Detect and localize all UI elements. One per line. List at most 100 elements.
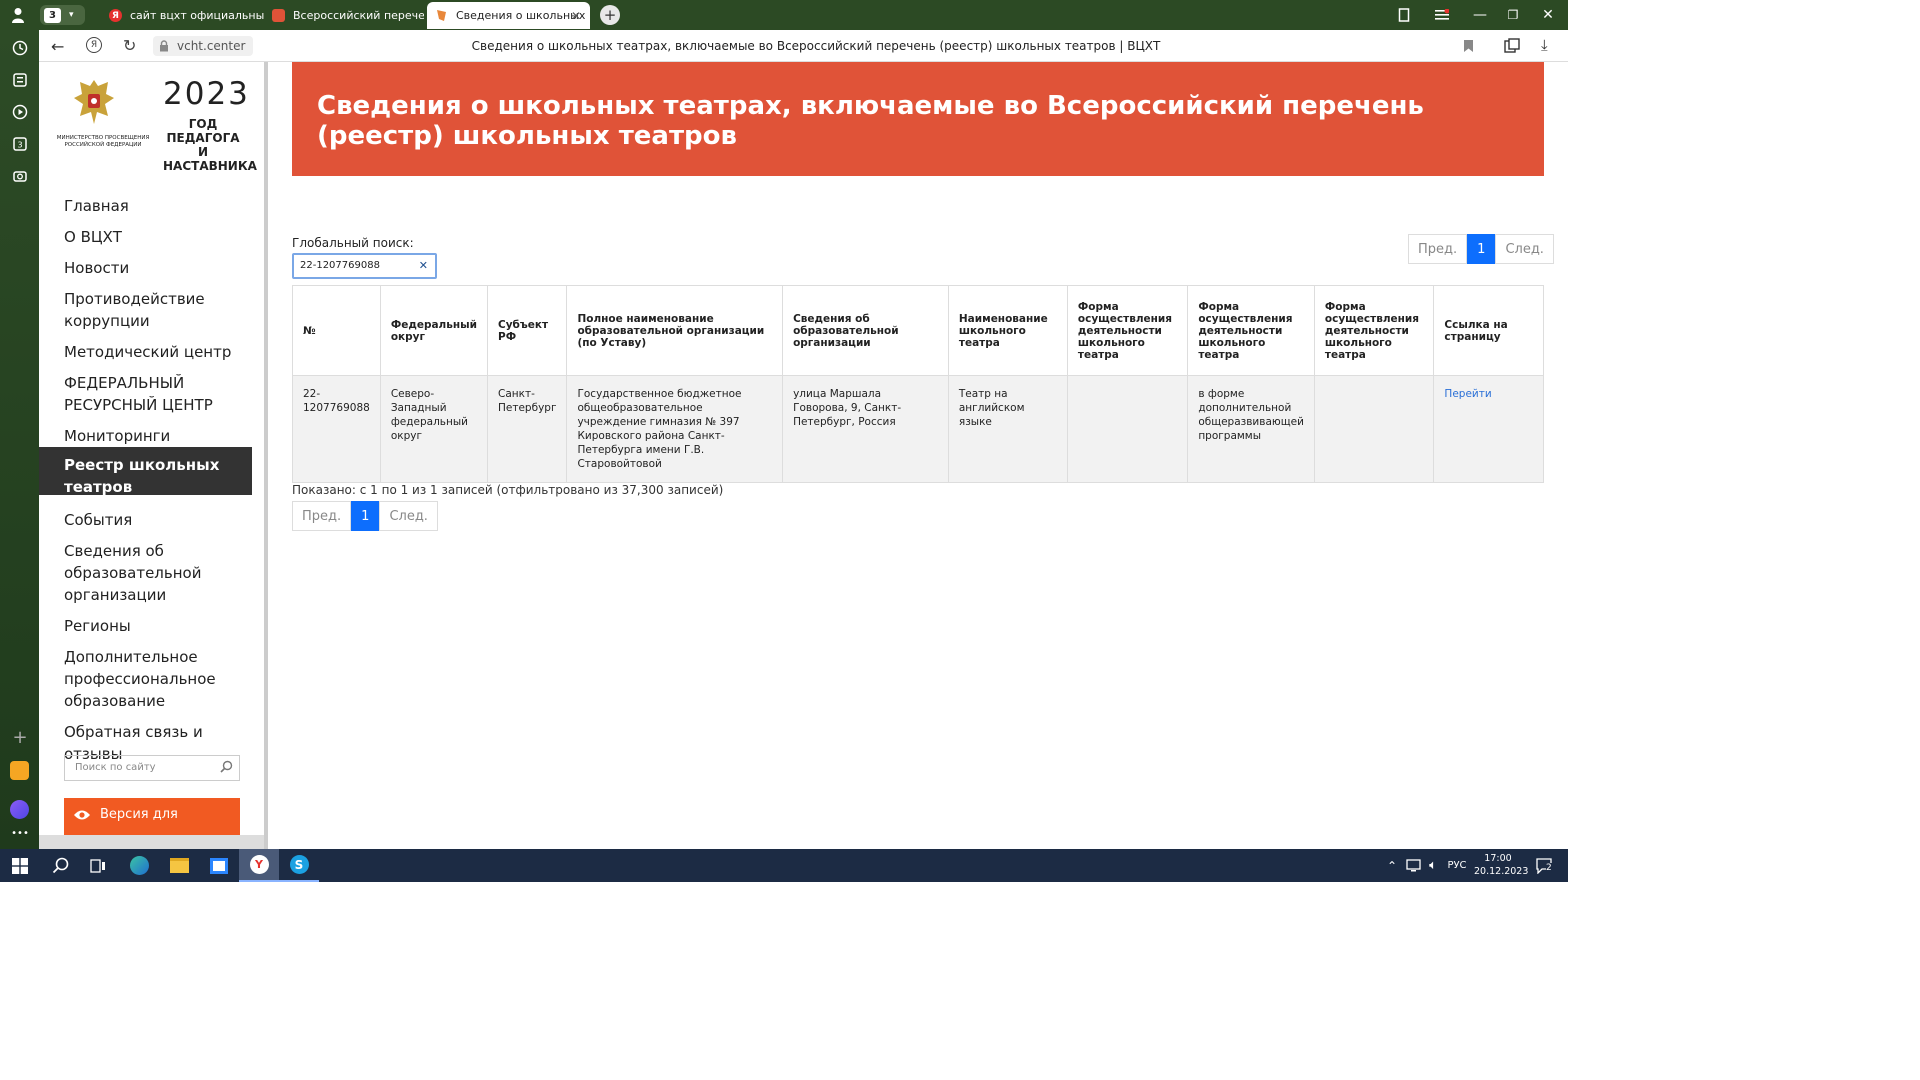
yandex-home-icon[interactable]: Я [86, 37, 102, 53]
volume-icon[interactable]: 🔈︎ [1422, 849, 1444, 882]
yandex-favicon-icon: Я [109, 9, 122, 22]
theatre-registry-table: № Федеральный округ Субъект РФ Полное на… [292, 285, 1544, 483]
sidebar-item-federal-resource-center[interactable]: ФЕДЕРАЛЬНЫЙ РЕСУРСНЫЙ ЦЕНТР [39, 365, 252, 423]
task-view-icon[interactable] [78, 849, 118, 882]
prev-page-button[interactable]: Пред. [292, 501, 352, 531]
cell-activity-form-3 [1313, 375, 1435, 483]
page-1-button[interactable]: 1 [1467, 234, 1496, 264]
page-title-banner: Сведения о школьных театрах, включаемые … [292, 62, 1544, 176]
column-header[interactable]: Полное наименование образовательной орга… [566, 285, 784, 376]
prev-page-button[interactable]: Пред. [1408, 234, 1468, 264]
address-bar: ← Я ↻ vcht.center Сведения о школьных те… [39, 30, 1568, 62]
sidebar-item-theatre-registry[interactable]: Реестр школьных театров [39, 447, 252, 496]
clock[interactable]: 17:00 20.12.2023 [1474, 852, 1528, 878]
table-info: Показано: с 1 по 1 из 1 записей (отфильт… [292, 483, 724, 497]
search-icon[interactable] [220, 760, 233, 776]
alice-assistant-icon[interactable] [10, 800, 29, 819]
column-header[interactable]: Форма осуществления деятельности школьно… [1187, 285, 1315, 376]
sidebar-scrollbar[interactable] [264, 62, 268, 849]
chevron-down-icon: ▾ [69, 10, 74, 20]
file-explorer-icon[interactable] [159, 849, 199, 882]
page-1-button[interactable]: 1 [351, 501, 380, 531]
site-search-input[interactable]: Поиск по сайту [64, 755, 240, 781]
column-header[interactable]: Форма осуществления деятельности школьно… [1313, 285, 1435, 376]
tabs-count-icon[interactable]: 3 [10, 134, 30, 154]
video-icon[interactable] [10, 102, 30, 122]
pagination-bottom: Пред. 1 След. [292, 501, 438, 531]
table-header-row: № Федеральный округ Субъект РФ Полное на… [292, 285, 1544, 376]
bookmark-icon[interactable] [1463, 38, 1474, 57]
tab-school-theatres[interactable]: Сведения о школьных ✕ [427, 2, 590, 29]
yandex-browser-taskbar-icon[interactable]: Y [239, 849, 279, 882]
downloads-icon[interactable]: ⤓ [1541, 36, 1548, 54]
clear-search-icon[interactable]: ✕ [419, 259, 428, 272]
global-search-input[interactable]: 22-1207769088 ✕ [292, 253, 437, 279]
column-header[interactable]: Ссылка на страницу [1433, 285, 1544, 376]
browser-tab-bar: 3 ▾ Я сайт вцхт официальный с Всероссийс… [0, 0, 1568, 30]
tab-counter-button[interactable]: 3 ▾ [40, 5, 85, 25]
table-row: 22-1207769088 Северо-Западный федеральны… [292, 375, 1544, 483]
collections-icon[interactable] [10, 70, 30, 90]
close-window-icon[interactable]: ✕ [1538, 6, 1558, 24]
cell-theatre-name: Театр на английском языке [947, 375, 1068, 483]
site-sidebar: МИНИСТЕРСТВО ПРОСВЕЩЕНИЯ РОССИЙСКОЙ ФЕДЕ… [39, 62, 264, 849]
edge-browser-icon[interactable] [119, 849, 159, 882]
tab-search[interactable]: Я сайт вцхт официальный с [101, 2, 264, 29]
next-page-button[interactable]: След. [379, 501, 438, 531]
cell-org-name: Государственное бюджетное общеобразовате… [566, 375, 784, 483]
tab-label: сайт вцхт официальный с [130, 9, 264, 22]
back-icon[interactable]: ← [51, 37, 64, 56]
reload-icon[interactable]: ↻ [123, 36, 136, 55]
column-header[interactable]: № [292, 285, 381, 376]
clipboard-icon[interactable] [1504, 38, 1520, 57]
global-search-label: Глобальный поиск: [292, 236, 414, 250]
theatre-favicon-icon [435, 9, 448, 22]
year-logo-number: 2023 [163, 76, 250, 112]
add-panel-icon[interactable]: + [10, 727, 30, 748]
column-header[interactable]: Субъект РФ [486, 285, 568, 376]
notification-count: 2 [1546, 863, 1552, 873]
more-icon[interactable]: ••• [10, 826, 30, 840]
minimize-icon[interactable]: — [1470, 6, 1490, 24]
lock-icon [160, 40, 168, 52]
mail-icon[interactable] [10, 761, 29, 780]
eye-icon [73, 809, 91, 825]
ministry-logo-text: МИНИСТЕРСТВО ПРОСВЕЩЕНИЯ РОССИЙСКОЙ ФЕДЕ… [56, 135, 150, 148]
tab-registry[interactable]: Всероссийский перечень [264, 2, 424, 29]
language-indicator[interactable]: РУС [1444, 849, 1470, 882]
url-field[interactable]: vcht.center [153, 36, 253, 56]
cell-federal-district: Северо-Западный федеральный округ [379, 375, 489, 483]
horizontal-scrollbar[interactable] [39, 835, 264, 849]
skype-icon[interactable]: S [279, 849, 319, 882]
column-header[interactable]: Сведения об образовательной организации [782, 285, 949, 376]
sidebar-item-anticorruption[interactable]: Противодействие коррупции [39, 281, 252, 339]
menu-icon[interactable] [1432, 6, 1452, 24]
network-icon[interactable] [1402, 849, 1424, 882]
cell-subject: Санкт-Петербург [486, 375, 568, 483]
bookmarks-panel-icon[interactable] [1394, 6, 1414, 24]
next-page-button[interactable]: След. [1495, 234, 1554, 264]
new-tab-icon[interactable]: + [600, 5, 620, 25]
windows-start-icon[interactable] [0, 849, 40, 882]
history-icon[interactable] [10, 38, 30, 58]
sidebar-item-professional-education[interactable]: Дополнительное профессиональное образова… [39, 639, 252, 719]
tab-counter: 3 [44, 7, 61, 23]
store-icon[interactable] [199, 849, 239, 882]
profile-icon[interactable] [8, 6, 28, 24]
column-header[interactable]: Наименование школьного театра [947, 285, 1068, 376]
close-tab-icon[interactable]: ✕ [571, 9, 581, 23]
go-to-page-link[interactable]: Перейти [1444, 388, 1491, 400]
column-header[interactable]: Федеральный округ [379, 285, 489, 376]
search-value: 22-1207769088 [300, 260, 380, 271]
site-favicon-icon [272, 9, 285, 22]
cell-number: 22-1207769088 [292, 375, 381, 483]
tab-label: Сведения о школьных [456, 9, 586, 22]
sidebar-item-org-info[interactable]: Сведения об образовательной организации [39, 533, 252, 613]
notifications-icon[interactable]: 2 [1530, 849, 1560, 882]
restore-icon[interactable]: ❐ [1503, 6, 1523, 24]
search-icon[interactable] [40, 849, 80, 882]
svg-text:3: 3 [17, 141, 22, 150]
tray-chevron-up-icon[interactable]: ⌃ [1382, 849, 1402, 882]
column-header[interactable]: Форма осуществления деятельности школьно… [1066, 285, 1189, 376]
screenshot-icon[interactable] [10, 166, 30, 186]
